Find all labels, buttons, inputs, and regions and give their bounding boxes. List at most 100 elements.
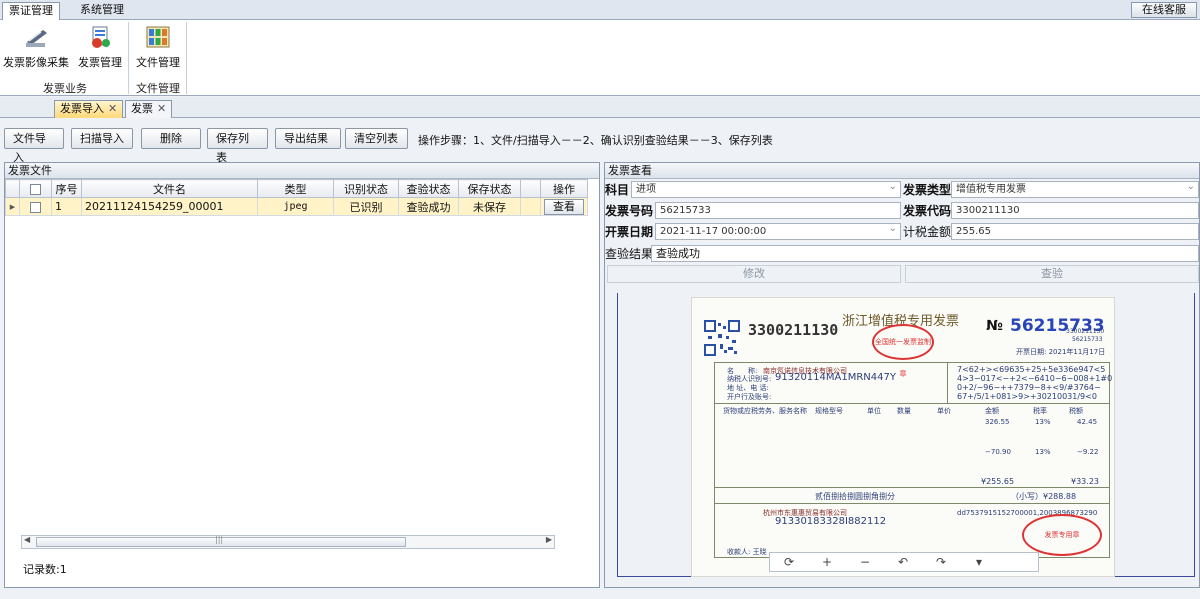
unit-header: 单位 <box>867 407 881 415</box>
invoice-number-label: 发票号码 <box>605 204 654 218</box>
buyer-tax-id: 91320114MA1MRN447Y <box>775 372 896 383</box>
dropdown-icon[interactable]: ▾ <box>960 553 998 571</box>
invoice-type-select[interactable]: 增值税专用发票 <box>951 179 1199 198</box>
tax-bureau-seal: 全国统一发票监制章 <box>872 324 934 378</box>
total-tax: ¥33.23 <box>1071 477 1099 486</box>
invoice-code-field[interactable]: 3300211130 <box>951 202 1199 219</box>
online-service-button[interactable]: 在线客服 <box>1131 2 1197 18</box>
check-result-field[interactable]: 查验成功 <box>651 245 1199 262</box>
tab-ticket-management[interactable]: 票证管理 <box>2 2 60 20</box>
column-header-check[interactable]: 查验状态 <box>398 179 459 198</box>
invoice-files-table: 序号 文件名 类型 识别状态 查验状态 保存状态 操作 ▶ 1 20211124… <box>5 179 588 216</box>
cipher-line-1: 7<62+><69635+25+5e336e947<5 <box>957 365 1106 374</box>
operation-steps: 操作步骤：1、文件/扫描导入－－2、确认识别查验结果－－3、保存列表 <box>418 134 773 147</box>
table-header: 序号 文件名 类型 识别状态 查验状态 保存状态 操作 <box>5 179 588 198</box>
row-indicator-header <box>5 179 20 198</box>
scan-import-button[interactable]: 扫描导入 <box>71 128 133 149</box>
qty-header: 数量 <box>897 407 911 415</box>
ribbon-separator <box>186 22 187 94</box>
cell-type: jpeg <box>257 197 334 216</box>
row-indicator-icon: ▶ <box>5 197 20 216</box>
line-tax: 42.45 <box>1077 418 1098 426</box>
scanner-icon <box>26 30 47 47</box>
tax-header: 税额 <box>1069 407 1083 415</box>
invoice-code-text: 3300211130 <box>748 321 839 339</box>
image-viewer-toolbar: ⟳ + − ↶ ↷ ▾ <box>769 552 1039 572</box>
column-header-filename[interactable]: 文件名 <box>81 179 258 198</box>
ribbon-group-file-management: 文件管理 <box>136 82 180 95</box>
modify-button[interactable]: 修改 <box>607 265 901 283</box>
invoice-code-label: 发票代码 <box>903 204 952 218</box>
close-icon[interactable]: ✕ <box>157 102 166 115</box>
file-manage-icon <box>146 26 170 48</box>
invoice-management-button[interactable]: 发票管理 <box>74 24 126 70</box>
column-header-recognition[interactable]: 识别状态 <box>333 179 399 198</box>
invoice-image: 3300211130 浙江增值税专用发票 全国统一发票监制章 № 5621573… <box>691 297 1115 577</box>
tax-amount-label: 计税金额 <box>903 225 952 239</box>
invoice-files-panel: 发票文件 序号 文件名 类型 识别状态 查验状态 保存状态 操作 ▶ 1 202… <box>4 162 600 588</box>
cipher-line-4: 67+/5/1+081>9>+30210031/9<0 <box>957 392 1097 401</box>
tax-amount-field[interactable]: 255.65 <box>951 223 1199 240</box>
view-button[interactable]: 查看 <box>544 198 584 215</box>
scrollbar-thumb[interactable]: ||| <box>36 535 406 547</box>
column-header-index[interactable]: 序号 <box>51 179 82 198</box>
invoice-image-capture-button[interactable]: 发票影像采集 <box>2 24 70 70</box>
subject-label: 科目 <box>605 183 630 197</box>
invoice-view-panel: 发票查看 科目 进项 发票类型 增值税专用发票 发票号码 56215733 发票… <box>604 162 1200 588</box>
invoice-number-small: 56215733 <box>1072 336 1103 343</box>
payee-text: 收款人: 王晓 <box>727 548 767 556</box>
cell-action: 查看 <box>540 197 588 216</box>
grand-total-text: 贰佰捌拾捌圆捌角捌分 <box>815 492 895 501</box>
ribbon-group-invoice-business: 发票业务 <box>43 82 87 95</box>
export-results-button[interactable]: 导出结果 <box>275 128 341 149</box>
row-checkbox[interactable] <box>19 197 52 216</box>
delete-button[interactable]: 删除 <box>141 128 201 149</box>
tab-invoice[interactable]: 发票 ✕ <box>125 100 173 118</box>
invoice-manage-icon <box>92 26 110 48</box>
seller-invoice-seal: 发票专用章 <box>1022 514 1102 556</box>
record-count: 记录数:1 <box>23 563 67 576</box>
document-tabs: 发票导入 ✕ 发票 ✕ <box>0 97 1200 118</box>
spec-header: 规格型号 <box>815 407 843 415</box>
invoice-no-symbol: № <box>986 318 1003 334</box>
invoice-date-text: 开票日期: 2021年11月17日 <box>1016 348 1106 356</box>
zoom-in-icon[interactable]: + <box>808 553 846 571</box>
cell-recognition-status: 已识别 <box>333 197 399 216</box>
redo-icon[interactable]: ↷ <box>922 553 960 571</box>
select-all-checkbox[interactable] <box>19 179 52 198</box>
line-rate: 13% <box>1035 418 1051 426</box>
column-header-save[interactable]: 保存状态 <box>458 179 521 198</box>
issue-date-label: 开票日期 <box>605 225 654 239</box>
discount-amount: −70.90 <box>985 448 1011 456</box>
column-header-action[interactable]: 操作 <box>540 179 588 198</box>
zoom-out-icon[interactable]: − <box>846 553 884 571</box>
scroll-right-icon[interactable]: ▶ <box>546 535 552 544</box>
menu-bar: 票证管理 系统管理 在线客服 <box>0 0 1200 20</box>
invoice-code-small: 3300211130 <box>1066 328 1105 335</box>
save-list-button[interactable]: 保存列表 <box>207 128 268 164</box>
scroll-left-icon[interactable]: ◀ <box>24 535 30 544</box>
toolbar: 文件导入 扫描导入 删除 保存列表 导出结果 清空列表 操作步骤：1、文件/扫描… <box>0 119 1200 164</box>
file-import-button[interactable]: 文件导入 <box>4 128 64 164</box>
ribbon-button-label: 发票管理 <box>78 56 122 69</box>
ribbon-button-label: 文件管理 <box>136 56 180 69</box>
cell-filename: 20211124154259_00001 <box>81 197 258 216</box>
issue-date-picker[interactable]: 2021-11-17 00:00:00 <box>655 221 901 240</box>
qr-code-icon <box>704 320 740 356</box>
table-row[interactable]: ▶ 1 20211124154259_00001 jpeg 已识别 查验成功 未… <box>5 197 588 216</box>
file-management-button[interactable]: 文件管理 <box>132 24 184 70</box>
subject-select[interactable]: 进项 <box>631 179 901 198</box>
column-header-type[interactable]: 类型 <box>257 179 334 198</box>
price-header: 单价 <box>937 407 951 415</box>
undo-icon[interactable]: ↶ <box>884 553 922 571</box>
rotate-icon[interactable]: ⟳ <box>770 553 808 571</box>
invoice-number-field[interactable]: 56215733 <box>655 202 901 219</box>
clear-list-button[interactable]: 清空列表 <box>345 128 408 149</box>
horizontal-scrollbar[interactable]: ◀ ||| ▶ <box>21 535 555 549</box>
tab-invoice-import[interactable]: 发票导入 ✕ <box>54 100 124 118</box>
seller-tax-id: 91330183328I882112 <box>775 516 887 527</box>
check-button[interactable]: 查验 <box>905 265 1199 283</box>
column-header-spacer <box>520 179 541 198</box>
tab-system-management[interactable]: 系统管理 <box>74 2 130 20</box>
close-icon[interactable]: ✕ <box>108 102 117 115</box>
